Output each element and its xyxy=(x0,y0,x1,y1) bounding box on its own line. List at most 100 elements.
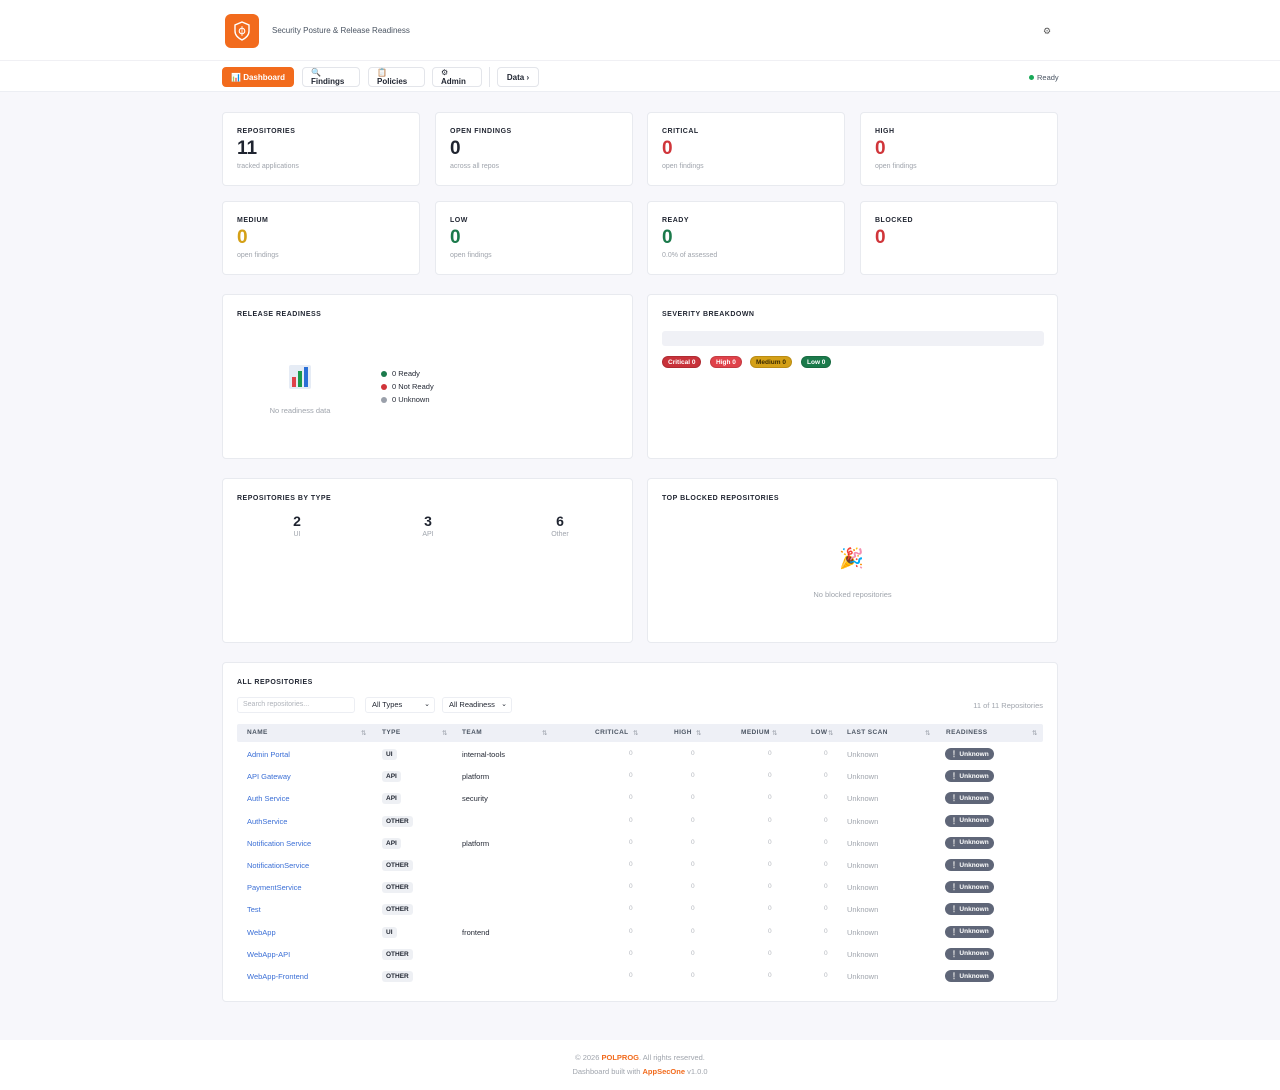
repo-name-link[interactable]: Test xyxy=(247,905,261,914)
readiness-label: Unknown xyxy=(959,794,989,802)
footer: © 2026 POLPROG. All rights reserved. Das… xyxy=(0,1040,1280,1090)
last-scan: Unknown xyxy=(847,816,879,826)
last-scan: Unknown xyxy=(847,750,879,759)
last-scan: Unknown xyxy=(847,861,879,870)
table-row[interactable]: WebApp-Frontend OTHER 0 0 0 0 Unknown ❕ Unknown xyxy=(237,967,1043,989)
nav-data-dropdown[interactable]: Data › xyxy=(497,67,539,87)
sort-icon[interactable]: ⇅ xyxy=(1032,729,1037,737)
column-header-name[interactable]: NAME xyxy=(247,729,268,736)
unknown-mark-icon: ❕ xyxy=(950,950,959,958)
high-count: 0 xyxy=(691,794,695,802)
settings-gear-icon[interactable]: ⚙ xyxy=(1042,26,1052,36)
sort-icon[interactable]: ⇅ xyxy=(633,729,638,737)
table-row[interactable]: Notification Service API platform 0 0 0 0 Unkno… xyxy=(237,834,1043,856)
repo-name-link[interactable]: Auth Service xyxy=(247,794,290,803)
nav-findings-button[interactable]: 🔍 Findings xyxy=(302,67,360,87)
severity-pill: Medium 0 xyxy=(750,356,792,368)
legend-label: 0 Ready xyxy=(392,369,420,378)
readiness-filter-value: All Readiness xyxy=(449,700,495,709)
repo-team: internal-tools xyxy=(462,750,505,759)
repo-name-link[interactable]: Notification Service xyxy=(247,839,311,848)
repo-name-link[interactable]: NotificationService xyxy=(247,861,309,870)
sort-icon[interactable]: ⇅ xyxy=(772,729,777,737)
column-header-low[interactable]: LOW xyxy=(811,729,827,736)
repo-name-link[interactable]: WebApp-API xyxy=(247,950,290,959)
stat-label: MEDIUM xyxy=(237,217,269,224)
severity-pill: Low 0 xyxy=(801,356,832,368)
type-filter-select[interactable]: All Types ⌄ xyxy=(365,697,435,713)
readiness-badge: ❕ Unknown xyxy=(945,881,994,894)
release-readiness-title: RELEASE READINESS xyxy=(237,311,322,318)
nav-policies-button[interactable]: 📋 Policies xyxy=(368,67,425,87)
critical-count: 0 xyxy=(629,949,633,957)
repo-name-link[interactable]: PaymentService xyxy=(247,883,302,892)
sort-icon[interactable]: ⇅ xyxy=(542,729,547,737)
last-scan: Unknown xyxy=(847,772,879,782)
repo-name-link[interactable]: WebApp-Frontend xyxy=(247,972,308,981)
app-header: Security Posture & Release Readiness ⚙ xyxy=(0,0,1280,60)
readiness-badge: ❕ Unknown xyxy=(945,903,994,916)
table-row[interactable]: NotificationService OTHER 0 0 0 0 Unknown ❕ Unkn… xyxy=(237,856,1043,878)
footer-brand-link[interactable]: POLPROG xyxy=(602,1053,640,1062)
table-row[interactable]: Test OTHER 0 0 0 0 Unknown ❕ Unknown xyxy=(237,900,1043,922)
stat-subtitle: tracked applications xyxy=(237,163,299,170)
no-blocked-text: No blocked repositories xyxy=(813,590,892,599)
column-header-critical[interactable]: CRITICAL xyxy=(595,729,629,736)
column-header-readiness[interactable]: READINESS xyxy=(946,729,988,736)
footer-year: © 2026 xyxy=(575,1053,600,1062)
status-indicator: Ready xyxy=(1029,73,1059,82)
repo-type-badge: API xyxy=(382,771,401,783)
medium-count: 0 xyxy=(768,861,772,868)
low-count: 0 xyxy=(824,816,828,824)
column-header-high[interactable]: HIGH xyxy=(674,729,692,736)
table-row[interactable]: Auth Service API security 0 0 0 0 Unknown ❕ Unkno… xyxy=(237,789,1043,811)
legend-dot-icon xyxy=(381,370,387,377)
stat-value: 11 xyxy=(237,138,258,159)
legend-item: 0 Ready xyxy=(381,369,420,378)
severity-bar xyxy=(662,331,1044,346)
table-row[interactable]: AuthService OTHER 0 0 0 0 Unknown ❕ Unknown xyxy=(237,812,1043,834)
stat-card: MEDIUM 0 open findings xyxy=(222,201,420,275)
column-header-team[interactable]: TEAM xyxy=(462,729,482,736)
table-row[interactable]: WebApp UI frontend 0 0 0 0 Unknown ❕ Unknown xyxy=(237,923,1043,945)
column-header-medium[interactable]: MEDIUM xyxy=(741,729,770,736)
sort-icon[interactable]: ⇅ xyxy=(925,729,930,737)
repo-name-link[interactable]: WebApp xyxy=(247,928,276,937)
table-row[interactable]: API Gateway API platform 0 0 0 0 Unknown ❕ Unknow… xyxy=(237,767,1043,789)
low-count: 0 xyxy=(824,750,828,757)
table-row[interactable]: PaymentService OTHER 0 0 0 0 Unknown ❕ Unknown xyxy=(237,878,1043,900)
search-input[interactable]: Search repositories... xyxy=(237,697,355,713)
sort-icon[interactable]: ⇅ xyxy=(361,729,366,737)
footer-version: v1.0.0 xyxy=(687,1067,708,1076)
repo-name-link[interactable]: AuthService xyxy=(247,817,287,826)
readiness-badge: ❕ Unknown xyxy=(945,925,994,938)
stat-card: CRITICAL 0 open findings xyxy=(647,112,845,186)
shield-logo-icon[interactable] xyxy=(225,14,259,48)
sort-icon[interactable]: ⇅ xyxy=(828,729,833,737)
nav-admin-button[interactable]: ⚙ Admin xyxy=(432,67,482,87)
sort-icon[interactable]: ⇅ xyxy=(442,729,447,737)
repo-name-link[interactable]: API Gateway xyxy=(247,772,291,781)
stat-subtitle: across all repos xyxy=(450,163,500,170)
column-header-type[interactable]: TYPE xyxy=(382,729,401,736)
unknown-mark-icon: ❕ xyxy=(950,928,959,936)
footer-appsecone-link[interactable]: AppSecOne xyxy=(643,1067,686,1076)
critical-count: 0 xyxy=(629,861,633,868)
repo-name-link[interactable]: Admin Portal xyxy=(247,750,290,759)
table-row[interactable]: WebApp-API OTHER 0 0 0 0 Unknown ❕ Unknown xyxy=(237,945,1043,967)
table-row[interactable]: Admin Portal UI internal-tools 0 0 0 0 Unknown ❕… xyxy=(237,745,1043,767)
readiness-filter-select[interactable]: All Readiness ⌄ xyxy=(442,697,512,713)
stat-card: HIGH 0 open findings xyxy=(860,112,1058,186)
repo-type-stat: 6 Other xyxy=(520,513,600,538)
stat-subtitle: 0.0% of assessed xyxy=(662,252,718,259)
nav-dashboard-button[interactable]: 📊 Dashboard xyxy=(222,67,294,87)
column-header-last-scan[interactable]: LAST SCAN xyxy=(847,729,888,736)
sort-icon[interactable]: ⇅ xyxy=(696,729,701,737)
readiness-label: Unknown xyxy=(959,883,989,891)
stat-card: REPOSITORIES 11 tracked applications xyxy=(222,112,420,186)
readiness-label: Unknown xyxy=(959,972,989,980)
high-count: 0 xyxy=(691,972,695,979)
all-repositories-card: ALL REPOSITORIES Search repositories... … xyxy=(222,662,1058,1002)
readiness-badge: ❕ Unknown xyxy=(945,770,994,783)
unknown-mark-icon: ❕ xyxy=(950,884,959,892)
